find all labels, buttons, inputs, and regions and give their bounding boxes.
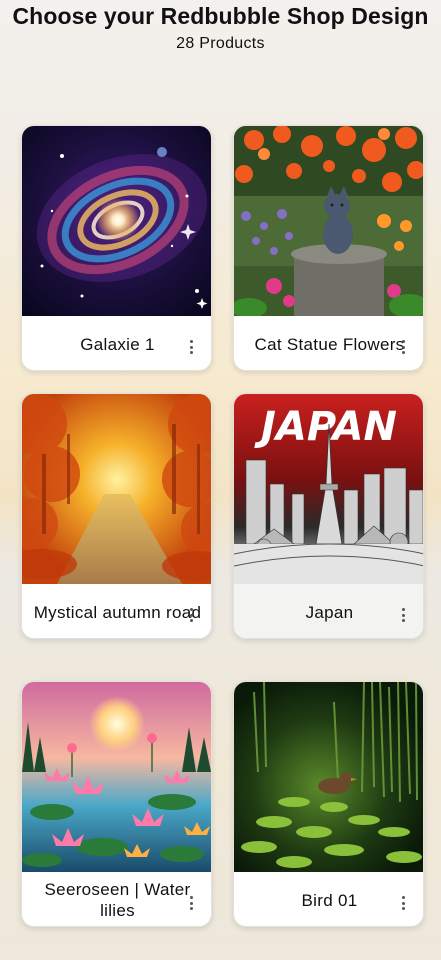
product-label-area[interactable]: Bird 01	[234, 872, 423, 926]
product-title: Galaxie 1	[80, 334, 155, 354]
more-vertical-icon[interactable]	[189, 896, 193, 910]
product-image[interactable]	[22, 682, 211, 872]
product-card-japan[interactable]: JAPAN Japan	[233, 393, 424, 639]
product-image[interactable]	[234, 126, 423, 316]
product-card-bird-01[interactable]: Bird 01	[233, 681, 424, 927]
more-vertical-icon[interactable]	[401, 340, 405, 354]
product-image[interactable]	[22, 394, 211, 584]
product-title: Cat Statue Flowers	[254, 334, 405, 354]
more-vertical-icon[interactable]	[401, 608, 405, 622]
product-label-area[interactable]: Cat Statue Flowers	[234, 316, 423, 370]
product-label-area[interactable]: Galaxie 1	[22, 316, 211, 370]
product-label-area[interactable]: Japan	[234, 584, 423, 638]
product-card-water-lilies[interactable]: Seeroseen | Water lilies	[21, 681, 212, 927]
product-label-area[interactable]: Seeroseen | Water lilies	[22, 872, 211, 926]
product-card-cat-statue-flowers[interactable]: Cat Statue Flowers	[233, 125, 424, 371]
more-vertical-icon[interactable]	[189, 608, 193, 622]
product-image[interactable]	[22, 126, 211, 316]
more-vertical-icon[interactable]	[401, 896, 405, 910]
product-image[interactable]	[234, 682, 423, 872]
product-title: Bird 01	[301, 890, 358, 910]
product-card-mystical-autumn-road[interactable]: Mystical autumn road	[21, 393, 212, 639]
product-grid: Galaxie 1 Cat Statue Flowers Mystical au…	[0, 0, 441, 960]
product-title: Seeroseen | Water lilies	[44, 880, 191, 920]
japan-image-text: JAPAN	[254, 404, 397, 450]
product-card-galaxie-1[interactable]: Galaxie 1	[21, 125, 212, 371]
product-label-area[interactable]: Mystical autumn road	[22, 584, 211, 638]
product-title: Japan	[305, 602, 354, 622]
product-title: Mystical autumn road	[33, 602, 202, 622]
product-image[interactable]: JAPAN	[234, 394, 423, 584]
more-vertical-icon[interactable]	[189, 340, 193, 354]
